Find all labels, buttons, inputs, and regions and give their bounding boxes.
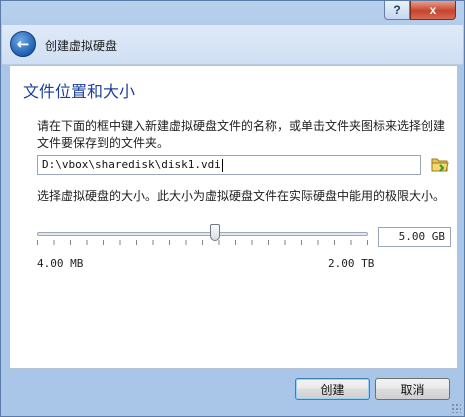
slider-thumb[interactable] <box>210 224 220 241</box>
help-icon: ? <box>393 3 401 17</box>
size-description: 选择虚拟硬盘的大小。此大小为虚拟硬盘文件在实际硬盘中能用的极限大小。 <box>37 189 446 203</box>
dialog-title: 创建虚拟硬盘 <box>45 39 118 53</box>
folder-browse-icon <box>431 158 449 172</box>
close-icon: x <box>429 3 437 17</box>
size-range-min: 4.00 MB <box>37 257 84 270</box>
slider-ticks <box>37 240 368 245</box>
page-title: 文件位置和大小 <box>23 82 136 101</box>
close-button[interactable]: x <box>410 1 456 20</box>
text-caret <box>221 158 223 172</box>
content-pane: 文件位置和大小 请在下面的框中键入新建虚拟硬盘文件的名称，或单击文件夹图标来选择… <box>9 65 458 369</box>
help-button[interactable]: ? <box>384 1 410 20</box>
create-button[interactable]: 创建 <box>295 378 370 400</box>
size-range-max: 2.00 TB <box>328 257 375 270</box>
size-value-input[interactable]: 5.00 GB <box>378 227 451 247</box>
slider-track <box>37 232 368 236</box>
caption-buttons: ? x <box>384 1 456 20</box>
file-path-text: D:\vbox\sharedisk\disk1.vdi <box>42 158 221 171</box>
file-path-input[interactable]: D:\vbox\sharedisk\disk1.vdi <box>37 155 421 175</box>
back-arrow-icon: ← <box>16 35 30 53</box>
file-location-description: 请在下面的框中键入新建虚拟硬盘文件的名称，或单击文件夹图标来选择创建文件要保存到… <box>37 119 446 150</box>
dialog-window: ? x ← 创建虚拟硬盘 文件位置和大小 请在下面的框中键入新建虚拟硬盘文件的名… <box>0 0 465 417</box>
folder-browse-button[interactable] <box>430 154 450 174</box>
wizard-header: ← 创建虚拟硬盘 <box>2 25 463 65</box>
back-button[interactable]: ← <box>10 31 36 57</box>
resize-grip[interactable] <box>451 403 461 413</box>
size-slider[interactable] <box>37 224 368 246</box>
cancel-button[interactable]: 取消 <box>375 378 450 400</box>
